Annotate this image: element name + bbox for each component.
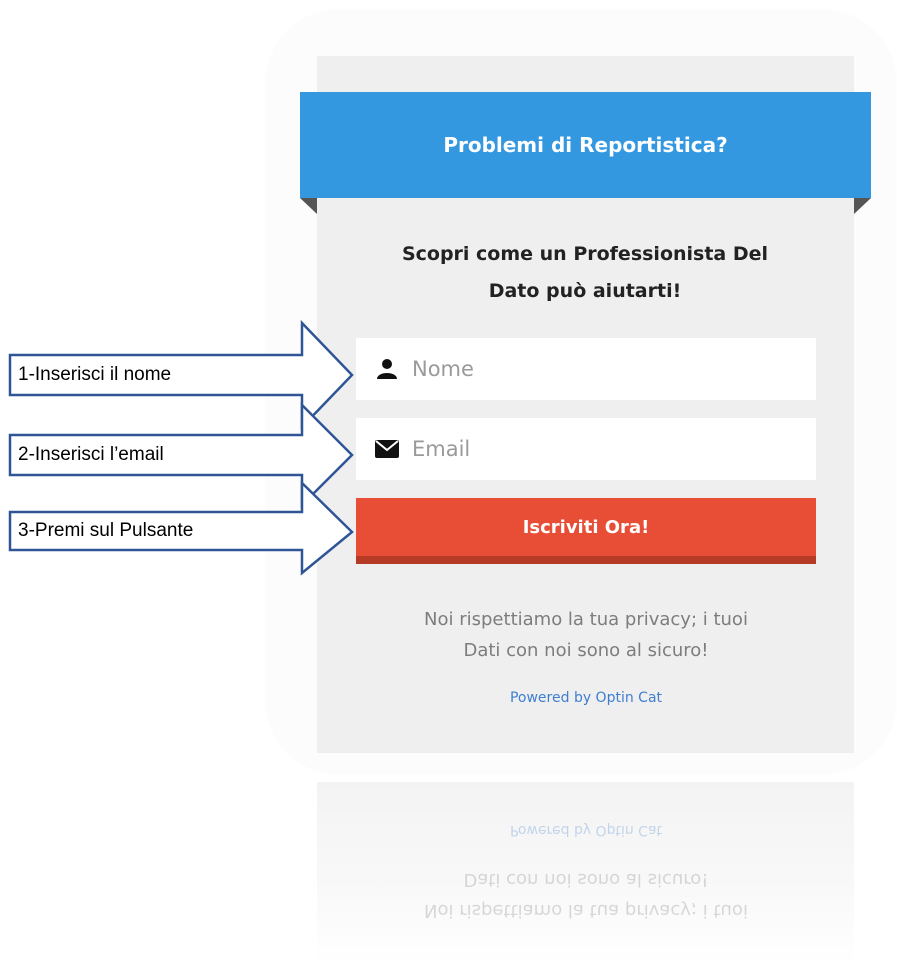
- reflection-powered-by: Powered by Optin Cat: [509, 822, 663, 838]
- name-placeholder: Nome: [412, 357, 474, 381]
- envelope-icon: [374, 438, 400, 460]
- form-title-ribbon: Problemi di Reportistica?: [300, 92, 871, 198]
- subscribe-button-label: Iscriviti Ora!: [522, 516, 650, 538]
- privacy-line-1: Noi rispettiamo la tua privacy; i tuoi: [424, 609, 748, 630]
- privacy-line-2: Dati con noi sono al sicuro!: [463, 640, 709, 661]
- email-placeholder: Email: [412, 437, 471, 461]
- email-field[interactable]: Email: [356, 418, 816, 480]
- headline-line-1: Scopri come un Professionista Del: [401, 243, 769, 265]
- name-field[interactable]: Nome: [356, 338, 816, 400]
- user-icon: [374, 358, 400, 380]
- subscribe-button[interactable]: Iscriviti Ora!: [356, 498, 816, 564]
- callout-label-1: 1-Inserisci il nome: [18, 364, 172, 385]
- ribbon-fold-left: [300, 198, 317, 214]
- form-title: Problemi di Reportistica?: [443, 133, 728, 157]
- headline-line-2: Dato può aiutarti!: [488, 280, 682, 302]
- ribbon-fold-right: [854, 198, 871, 214]
- headline: Scopri come un Professionista Del Dato p…: [340, 236, 830, 310]
- reflection-privacy-line-2: Dati con noi sono al sicuro!: [463, 869, 709, 890]
- callout-label-3: 3-Premi sul Pulsante: [18, 520, 194, 541]
- reflection-privacy-line-1: Noi rispettiamo la tua privacy; i tuoi: [424, 900, 748, 921]
- widget-reflection: Powered by Optin Cat Noi rispettiamo la …: [268, 772, 894, 967]
- callout-label-2: 2-Inserisci l’email: [18, 444, 164, 465]
- powered-by-link[interactable]: Powered by Optin Cat: [356, 690, 816, 706]
- privacy-note: Noi rispettiamo la tua privacy; i tuoi D…: [356, 604, 816, 666]
- reflection-privacy: Noi rispettiamo la tua privacy; i tuoi D…: [356, 864, 816, 926]
